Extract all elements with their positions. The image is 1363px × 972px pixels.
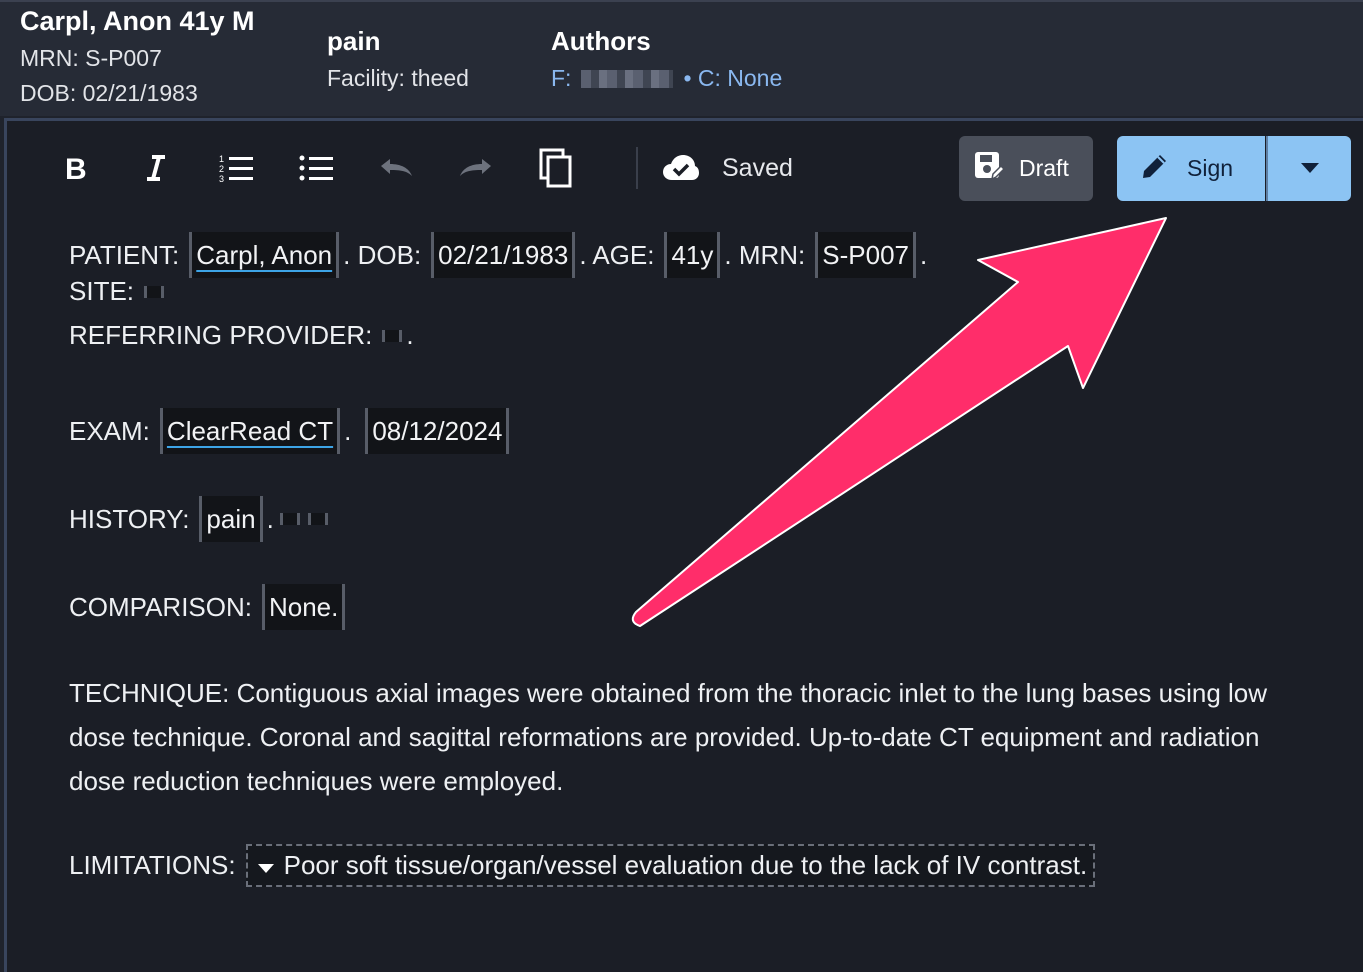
sign-options-dropdown[interactable] xyxy=(1266,136,1351,201)
comparison-field[interactable]: None. xyxy=(261,584,346,630)
author-f-prefix: F: xyxy=(551,65,572,91)
technique-paragraph[interactable]: TECHNIQUE: Contiguous axial images were … xyxy=(69,671,1309,803)
site-label: SITE: xyxy=(69,276,135,306)
exam-date-field[interactable]: 08/12/2024 xyxy=(365,408,510,454)
patient-label: PATIENT: xyxy=(69,239,180,270)
exam-sep: . xyxy=(344,415,352,446)
patient-mrn: MRN: S-P007 xyxy=(20,45,162,71)
exam-field[interactable]: ClearRead CT xyxy=(159,408,341,454)
limitations-text: Poor soft tissue/organ/vessel evaluation… xyxy=(283,850,1088,880)
authors-title: Authors xyxy=(551,26,651,56)
authors-line: F: • C: None xyxy=(551,65,782,92)
svg-text:2: 2 xyxy=(219,164,224,174)
sign-label: Sign xyxy=(1187,155,1234,181)
referring-label: REFERRING PROVIDER: xyxy=(69,320,373,350)
history-line: HISTORY: pain . xyxy=(69,496,332,542)
patient-name-field[interactable]: Carpl, Anon xyxy=(189,232,340,278)
history-extra-field-2[interactable] xyxy=(307,513,328,525)
bulleted-list-icon[interactable] xyxy=(296,148,336,188)
numbered-list-icon[interactable]: 123 xyxy=(216,148,256,188)
patient-header: Carpl, Anon 41y M MRN: S-P007 DOB: 02/21… xyxy=(0,0,1363,116)
referring-line: REFERRING PROVIDER: . xyxy=(69,320,414,351)
toolbar-divider xyxy=(636,147,638,189)
limitations-label: LIMITATIONS: xyxy=(69,850,236,880)
mrn-label: . MRN: xyxy=(724,239,806,270)
referring-end: . xyxy=(406,320,414,350)
patient-line-end: . xyxy=(920,239,928,270)
dob-field[interactable]: 02/21/1983 xyxy=(431,232,576,278)
svg-text:B: B xyxy=(65,154,87,182)
author-c-text[interactable]: • C: None xyxy=(683,65,782,92)
authors-info: Authors F: • C: None xyxy=(551,26,782,92)
age-label: . AGE: xyxy=(579,239,655,270)
history-sep: . xyxy=(266,503,274,534)
site-field[interactable] xyxy=(144,285,165,298)
caret-down-icon xyxy=(257,850,274,881)
undo-icon[interactable] xyxy=(376,148,416,188)
redo-icon[interactable] xyxy=(456,148,496,188)
age-field[interactable]: 41y xyxy=(664,232,721,278)
author-f-redacted xyxy=(581,69,674,88)
study-facility: Facility: theed xyxy=(327,65,469,91)
study-history: pain xyxy=(327,26,381,56)
limitations-dropdown[interactable]: Poor soft tissue/organ/vessel evaluation… xyxy=(245,844,1096,887)
draft-button[interactable]: Draft xyxy=(959,136,1093,201)
dob-label: . DOB: xyxy=(343,239,422,270)
svg-text:3: 3 xyxy=(219,174,224,183)
draft-label: Draft xyxy=(1019,155,1069,181)
exam-line: EXAM: ClearRead CT . 08/12/2024 xyxy=(69,408,513,454)
site-line: SITE: xyxy=(69,276,168,307)
history-label: HISTORY: xyxy=(69,503,190,534)
study-info: pain Facility: theed xyxy=(327,26,469,92)
exam-label: EXAM: xyxy=(69,415,150,446)
patient-info: Carpl, Anon 41y M MRN: S-P007 DOB: 02/21… xyxy=(20,6,255,107)
comparison-line: COMPARISON: None. xyxy=(69,584,349,630)
chevron-down-icon xyxy=(1300,160,1319,178)
patient-dob: DOB: 02/21/1983 xyxy=(20,80,198,106)
mrn-field[interactable]: S-P007 xyxy=(815,232,917,278)
referring-field[interactable] xyxy=(382,329,403,342)
limitations-line: LIMITATIONS: Poor soft tissue/organ/vess… xyxy=(69,844,1096,887)
history-extra-field-1[interactable] xyxy=(279,513,300,525)
cloud-check-icon xyxy=(660,148,702,188)
sign-button[interactable]: Sign xyxy=(1117,136,1265,201)
italic-icon[interactable] xyxy=(136,148,176,188)
pencil-icon xyxy=(1141,152,1169,186)
draft-icon xyxy=(973,150,1006,188)
comparison-label: COMPARISON: xyxy=(69,591,252,622)
history-field[interactable]: pain xyxy=(199,496,263,542)
bold-icon[interactable]: B xyxy=(56,148,96,188)
patient-line: PATIENT: Carpl, Anon . DOB: 02/21/1983 .… xyxy=(69,232,927,278)
saved-status: Saved xyxy=(722,154,793,182)
copy-icon[interactable] xyxy=(536,148,576,188)
patient-name: Carpl, Anon 41y M xyxy=(20,6,255,36)
svg-text:1: 1 xyxy=(219,154,224,164)
